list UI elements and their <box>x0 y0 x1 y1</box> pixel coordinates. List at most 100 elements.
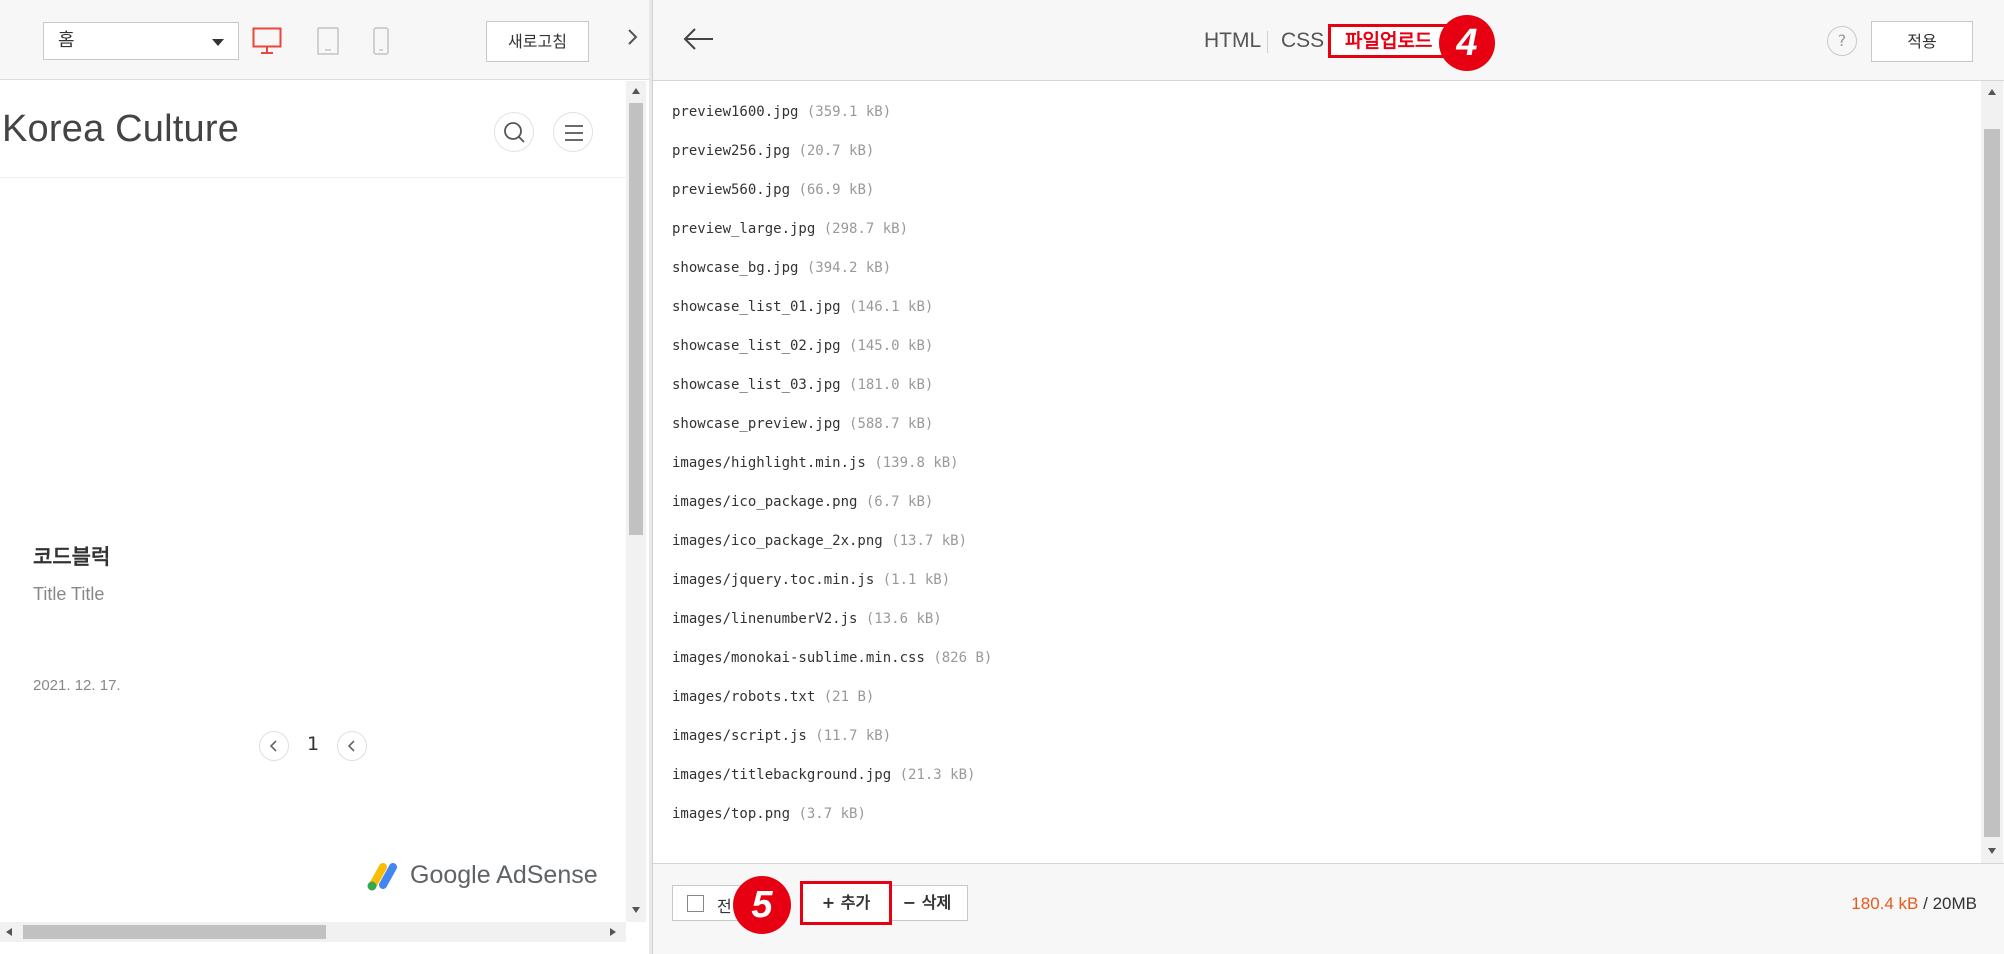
file-actions-bar: 전 − 삭제 + 추가 5 180.4 kB / 20MB <box>653 863 2004 954</box>
editor-panel: HTML CSS 파일업로드 4 ? 적용 preview.jpg (17.9 … <box>652 0 2004 954</box>
pager-prev-button[interactable] <box>259 731 289 761</box>
tab-file-upload[interactable]: 파일업로드 <box>1328 24 1450 58</box>
file-name: preview256.jpg <box>672 143 791 159</box>
file-row[interactable]: showcase_preview.jpg (588.7 kB) <box>672 416 933 432</box>
preview-horizontal-scrollbar[interactable] <box>0 922 626 942</box>
file-row[interactable]: preview560.jpg (66.9 kB) <box>672 182 874 198</box>
file-size: (298.7 kB) <box>823 221 909 237</box>
blog-preview: Korea Culture 코드블럭 Title Title 2021. 12.… <box>0 81 626 922</box>
tab-html[interactable]: HTML <box>1204 29 1261 53</box>
scroll-down-icon[interactable] <box>1988 848 1996 854</box>
chevron-left-icon <box>347 740 355 752</box>
storage-usage: 180.4 kB / 20MB <box>1851 894 1977 914</box>
file-name: images/linenumberV2.js <box>672 611 858 627</box>
storage-total: / 20MB <box>1918 894 1977 913</box>
collapse-panel-button[interactable] <box>617 20 647 62</box>
file-row[interactable]: preview256.jpg (20.7 kB) <box>672 143 874 159</box>
post-date: 2021. 12. 17. <box>33 677 121 694</box>
file-size: (13.6 kB) <box>865 611 942 627</box>
help-button[interactable]: ? <box>1827 26 1857 56</box>
desktop-icon[interactable] <box>252 27 282 59</box>
file-row[interactable]: images/linenumberV2.js (13.6 kB) <box>672 611 942 627</box>
file-name: preview_large.jpg <box>672 221 816 237</box>
menu-button[interactable] <box>553 112 593 152</box>
step-badge-4: 4 <box>1439 15 1495 71</box>
select-all-checkbox[interactable]: 전 <box>672 885 742 921</box>
search-icon <box>504 122 525 143</box>
post-subtitle: Title Title <box>33 584 105 604</box>
file-name: showcase_list_01.jpg <box>672 299 841 315</box>
file-size: (3.7 kB) <box>798 806 866 822</box>
site-title[interactable]: Korea Culture <box>2 108 239 151</box>
file-row[interactable]: preview_large.jpg (298.7 kB) <box>672 221 908 237</box>
file-name: images/jquery.toc.min.js <box>672 572 875 588</box>
tab-css[interactable]: CSS <box>1281 29 1324 53</box>
file-row[interactable]: images/highlight.min.js (139.8 kB) <box>672 455 959 471</box>
preview-vertical-scrollbar[interactable] <box>626 81 646 922</box>
chevron-right-icon <box>628 29 638 45</box>
adsense-banner: Google AdSense <box>365 859 598 895</box>
delete-button[interactable]: − 삭제 <box>886 885 968 921</box>
file-row[interactable]: images/monokai-sublime.min.css (826 B) <box>672 650 992 666</box>
file-size: (826 B) <box>933 650 993 666</box>
file-size: (359.1 kB) <box>806 104 892 120</box>
file-name: images/ico_package_2x.png <box>672 533 883 549</box>
file-size: (11.7 kB) <box>815 728 892 744</box>
apply-button[interactable]: 적용 <box>1871 21 1973 62</box>
file-size: (146.1 kB) <box>849 299 934 315</box>
scrollbar-thumb[interactable] <box>1984 129 2000 837</box>
tablet-icon[interactable] <box>317 27 339 59</box>
file-row[interactable]: images/jquery.toc.min.js (1.1 kB) <box>672 572 950 588</box>
scrollbar-thumb[interactable] <box>629 103 643 535</box>
file-name: showcase_preview.jpg <box>672 416 841 432</box>
file-size: (1.1 kB) <box>882 572 951 588</box>
storage-used: 180.4 kB <box>1851 894 1919 913</box>
file-size: (181.0 kB) <box>849 377 934 393</box>
pager-current-page[interactable]: 1 <box>305 733 321 755</box>
file-row[interactable]: preview1600.jpg (359.1 kB) <box>672 104 891 120</box>
file-row[interactable]: images/ico_package.png (6.7 kB) <box>672 494 933 510</box>
checkbox-icon[interactable] <box>687 895 704 912</box>
back-button[interactable] <box>681 24 717 54</box>
pager-next-button[interactable] <box>337 731 367 761</box>
file-row[interactable]: showcase_bg.jpg (394.2 kB) <box>672 260 891 276</box>
header-divider <box>0 177 626 178</box>
mobile-icon[interactable] <box>373 27 389 59</box>
file-row[interactable]: showcase_list_03.jpg (181.0 kB) <box>672 377 933 393</box>
search-button[interactable] <box>494 112 534 152</box>
file-row[interactable]: images/script.js (11.7 kB) <box>672 728 891 744</box>
scroll-left-icon[interactable] <box>6 928 12 936</box>
scroll-right-icon[interactable] <box>610 928 616 936</box>
file-row[interactable]: showcase_list_02.jpg (145.0 kB) <box>672 338 933 354</box>
file-size: (588.7 kB) <box>849 416 934 432</box>
scroll-up-icon[interactable] <box>1988 89 1996 95</box>
file-name: images/top.png <box>672 806 791 822</box>
file-name: images/script.js <box>672 728 807 744</box>
scroll-down-icon[interactable] <box>632 907 640 913</box>
file-size: (66.9 kB) <box>798 182 875 198</box>
uploaded-file-list: preview.jpg (17.9 kB)preview1600.jpg (35… <box>653 81 1981 863</box>
file-row[interactable]: images/top.png (3.7 kB) <box>672 806 866 822</box>
chevron-down-icon <box>212 39 224 46</box>
file-name: showcase_list_02.jpg <box>672 338 841 354</box>
editor-header: HTML CSS 파일업로드 4 ? 적용 <box>653 0 2004 81</box>
file-size: (139.8 kB) <box>874 455 959 471</box>
file-row[interactable]: images/titlebackground.jpg (21.3 kB) <box>672 767 975 783</box>
tab-separator <box>1267 31 1268 53</box>
file-row[interactable]: images/robots.txt (21 B) <box>672 689 874 705</box>
add-file-button[interactable]: + 추가 <box>800 881 892 925</box>
file-name: preview560.jpg <box>672 182 791 198</box>
file-size: (13.7 kB) <box>891 533 968 549</box>
file-name: images/titlebackground.jpg <box>672 767 892 783</box>
file-list-scrollbar[interactable] <box>1981 81 2003 863</box>
file-row[interactable]: images/ico_package_2x.png (13.7 kB) <box>672 533 967 549</box>
post-title[interactable]: 코드블럭 <box>33 541 110 571</box>
page-select[interactable]: 홈 <box>43 22 239 60</box>
file-size: (20.7 kB) <box>798 143 875 159</box>
file-size: (145.0 kB) <box>849 338 934 354</box>
scroll-up-icon[interactable] <box>632 88 640 94</box>
refresh-button[interactable]: 새로고침 <box>486 21 589 62</box>
file-row[interactable]: showcase_list_01.jpg (146.1 kB) <box>672 299 933 315</box>
arrow-left-icon <box>683 28 713 50</box>
scrollbar-thumb[interactable] <box>23 925 326 939</box>
